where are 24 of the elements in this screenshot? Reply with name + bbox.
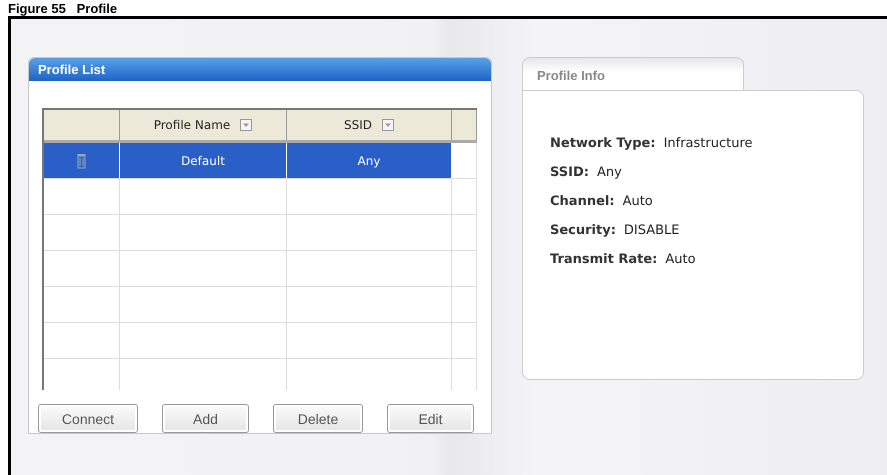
action-button[interactable]: Connect xyxy=(38,404,138,433)
dropdown-icon[interactable] xyxy=(240,119,252,132)
field-label: SSID: xyxy=(550,165,589,180)
field-value: Infrastructure xyxy=(664,136,753,151)
column-header[interactable]: SSID xyxy=(287,110,452,140)
field-value: Auto xyxy=(665,252,696,267)
column-header[interactable]: Profile Name xyxy=(120,110,287,140)
dropdown-icon[interactable] xyxy=(382,119,394,132)
field-label: Security: xyxy=(550,223,616,238)
figure-caption: Figure 55 Profile xyxy=(8,0,118,16)
action-button[interactable]: Delete xyxy=(273,404,363,433)
profile-info-tab[interactable]: Profile Info xyxy=(522,57,744,93)
field-label: Channel: xyxy=(550,194,615,209)
field-label: Network Type: xyxy=(550,136,656,151)
panel-title: Profile List xyxy=(29,58,491,82)
field-value: Any xyxy=(596,165,622,180)
field-value: DISABLE xyxy=(624,223,680,238)
field-label: Transmit Rate: xyxy=(550,252,658,267)
action-button[interactable]: Add xyxy=(162,404,249,433)
table-cell[interactable]: Any xyxy=(287,143,452,178)
action-button[interactable]: Edit xyxy=(387,404,474,433)
table-cell[interactable]: Default xyxy=(120,143,287,178)
trash-icon[interactable] xyxy=(77,152,86,169)
field-value: Auto xyxy=(622,194,653,209)
